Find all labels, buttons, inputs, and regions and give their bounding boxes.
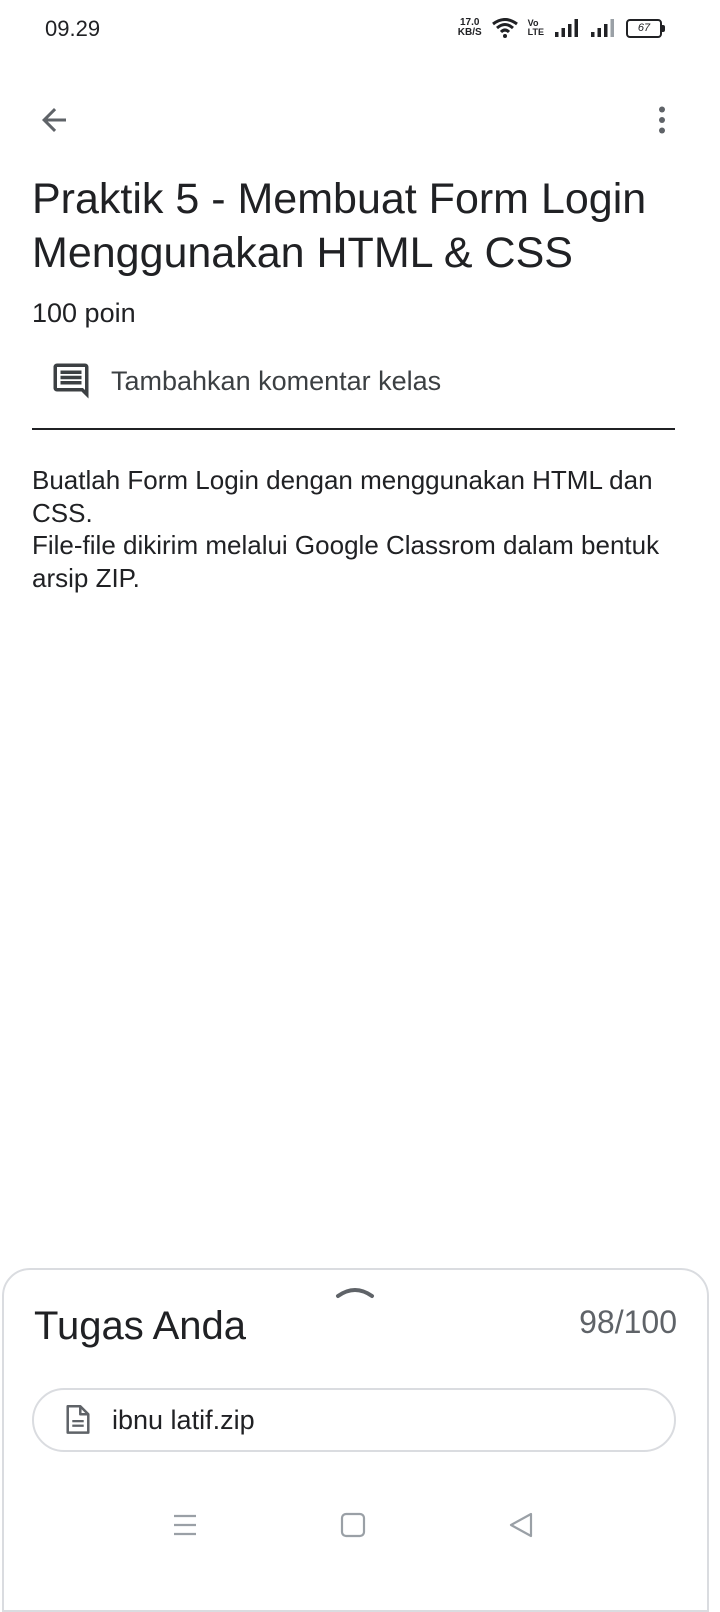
assignment-points: 100 poin [32,298,136,328]
network-speed-unit: KB/S [457,27,482,38]
signal-icon [555,19,578,37]
grade: 98/100 [579,1304,677,1340]
signal-icon [591,19,614,37]
menu-icon[interactable] [172,1510,198,1540]
comment-label: Tambahkan komentar kelas [111,366,442,396]
back-button[interactable] [26,92,82,148]
battery-icon: 67 [626,18,665,38]
status-icons: 17.0 KB/S Vo LTE 67 [458,18,665,38]
arrow-back-icon [42,108,66,132]
attachment-chip[interactable]: ibnu latif.zip [32,1388,676,1452]
attachment-name: ibnu latif.zip [112,1405,255,1435]
assignment-title: Praktik 5 - Membuat Form Login Menggunak… [32,175,647,277]
more-options-button[interactable] [634,92,690,148]
chevron-up-icon[interactable] [332,1282,378,1300]
comment-icon [53,363,89,399]
assignment-description: Buatlah Form Login dengan menggunakan HT… [32,465,660,593]
file-icon [66,1405,90,1434]
wifi-icon [491,18,518,38]
status-time: 09.29 [45,16,101,41]
add-class-comment-button[interactable]: Tambahkan komentar kelas [32,352,675,430]
home-square-icon[interactable] [340,1510,366,1540]
back-triangle-icon[interactable] [508,1510,534,1540]
navigation-bar [0,1490,720,1560]
volte-bottom: LTE [527,27,544,37]
network-speed: 17.0 KB/S [458,18,482,38]
more-vert-icon [659,106,665,134]
your-work-title: Tugas Anda [34,1304,247,1348]
volte-icon: Vo LTE [528,19,544,37]
